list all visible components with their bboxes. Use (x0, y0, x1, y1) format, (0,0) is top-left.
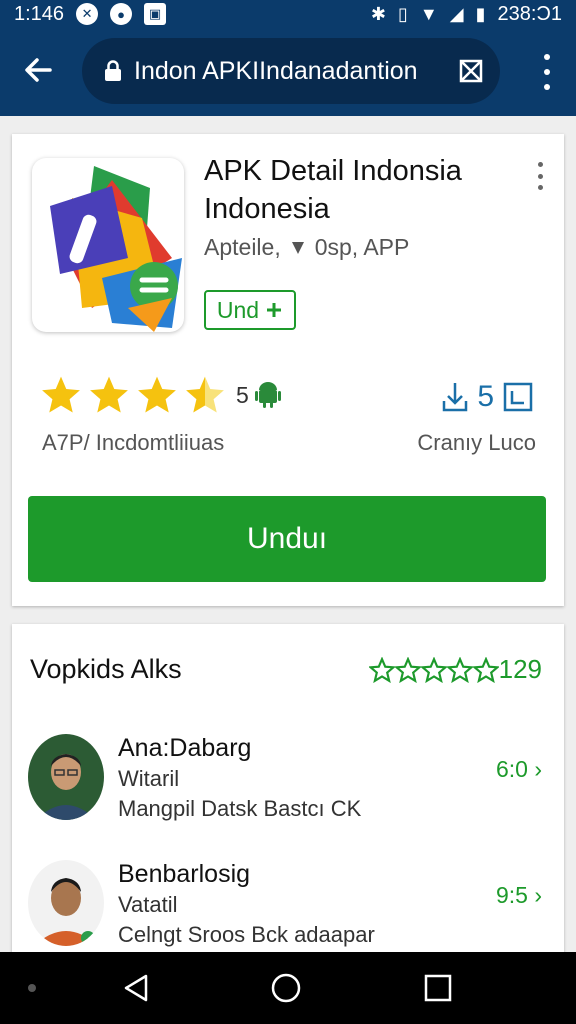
reviews-score[interactable]: 129 (368, 654, 542, 685)
review-text: Mangpil Datsk Bastcı CK (118, 796, 362, 821)
nav-indicator-dot (28, 984, 36, 992)
review-text: Celngt Sroos Bck adaapar (118, 922, 375, 947)
reviewer-role: Witaril (118, 766, 180, 791)
reviewer-name: Ana:Dabarg (118, 734, 252, 762)
bluetooth-icon: ✱ (370, 3, 387, 24)
status-bar: 1:146 ✕ ● ▣ ✱ ▯ ▼ ◢ ▮ 238:Ͻ1 (0, 0, 576, 28)
app-detail-card: APK Detail Indonsia Indonesia Apteile, 0… (12, 134, 564, 606)
downloads-subtext: Cranıy Luco (417, 430, 536, 455)
status-clock: 238:Ͻ1 (497, 2, 563, 25)
signal-icon: ◢ (449, 3, 464, 24)
star-outline-icon (368, 656, 395, 683)
dot (544, 54, 550, 60)
person-avatar-image (28, 860, 104, 946)
nav-recents-icon[interactable] (424, 974, 452, 1002)
review-score[interactable]: 6:0 › (496, 756, 542, 783)
review-score-value: 6:0 (495, 756, 528, 782)
star-outline-icon (394, 656, 421, 683)
avatar (28, 860, 104, 946)
plus-icon (267, 303, 282, 317)
app-logo-icon (50, 166, 182, 332)
person-avatar-image (28, 734, 104, 820)
dot (537, 185, 543, 190)
downloads-value: 5 (477, 380, 494, 413)
review-score[interactable]: 9:5 › (496, 882, 542, 909)
vibrate-icon: ▯ (398, 3, 408, 24)
app-size-info: 0sp, APP (314, 234, 410, 260)
star-full-icon (90, 376, 128, 413)
star-outline-icon (420, 656, 447, 683)
tag-icon (291, 241, 304, 254)
url-bar[interactable]: Indon APKIIndanadantion (82, 38, 500, 104)
status-time: 1:146 (14, 2, 65, 25)
rating-row: 5 (40, 374, 281, 416)
browser-toolbar: Indon APKIIndanadantion (0, 28, 576, 116)
app-meta: Apteile, 0sp, APP (204, 234, 409, 261)
reviews-title: Vopkids Alks (30, 654, 182, 684)
browser-menu-button[interactable] (540, 54, 554, 90)
reviewer-name: Benbarlosig (118, 860, 251, 888)
rating-value: 5 (236, 381, 249, 408)
wifi-icon: ▼ (419, 3, 438, 24)
download-icon (443, 383, 468, 412)
system-nav-bar (0, 952, 576, 1024)
star-outline-icon (472, 656, 499, 683)
status-right: ✱ ▯ ▼ ◢ ▮ 238:Ͻ1 (371, 3, 562, 26)
reviews-score-value: 129 (498, 654, 542, 684)
reviewer-role: Vatatil (118, 892, 178, 917)
star-full-icon (42, 376, 80, 413)
dot (544, 69, 550, 75)
package-icon (503, 382, 533, 412)
install-button[interactable]: Unduı (28, 496, 546, 582)
app-icon (32, 158, 184, 332)
android-icon (254, 382, 281, 408)
lock-icon (105, 60, 121, 81)
status-left: 1:146 ✕ ● ▣ (14, 2, 167, 26)
battery-icon: ▮ (475, 3, 486, 24)
dot (537, 173, 543, 179)
install-chip-button[interactable]: Und (204, 290, 296, 330)
back-button[interactable] (20, 52, 56, 88)
arrow-left-icon (25, 58, 52, 82)
app-title: APK Detail Indonsia Indonesia (204, 155, 462, 225)
avatar (28, 734, 104, 820)
downloads-stat: 5 (441, 380, 534, 414)
review-item[interactable]: Benbarlosig Vatatil Celngt Sroos Bck ada… (28, 860, 548, 960)
record-icon: ● (110, 3, 133, 25)
install-chip-label: Und (216, 296, 260, 323)
url-text: Indon APKIIndanadantion (134, 56, 418, 85)
rating-subtext: A7P/ Incdomtliiuas (42, 430, 225, 455)
dot (537, 162, 543, 167)
image-icon: ▣ (144, 3, 167, 25)
app-category[interactable]: Apteile, (204, 234, 281, 261)
reviews-card: Vopkids Alks 129 Ana:Dabarg Witaril Mang… (12, 624, 564, 960)
star-half-icon (186, 376, 224, 413)
star-outline-icon (446, 656, 473, 683)
star-full-icon (138, 376, 176, 413)
no-image-icon[interactable] (458, 58, 484, 84)
chevron-right-icon: › (534, 756, 542, 782)
chevron-right-icon: › (534, 882, 542, 908)
review-item[interactable]: Ana:Dabarg Witaril Mangpil Datsk Bastcı … (28, 734, 548, 844)
x-icon: ✕ (76, 3, 99, 25)
nav-back-icon[interactable] (120, 972, 152, 1004)
app-overflow-button[interactable] (536, 162, 544, 190)
review-score-value: 9:5 (495, 882, 528, 908)
dot (544, 84, 550, 90)
nav-home-icon[interactable] (270, 972, 302, 1004)
